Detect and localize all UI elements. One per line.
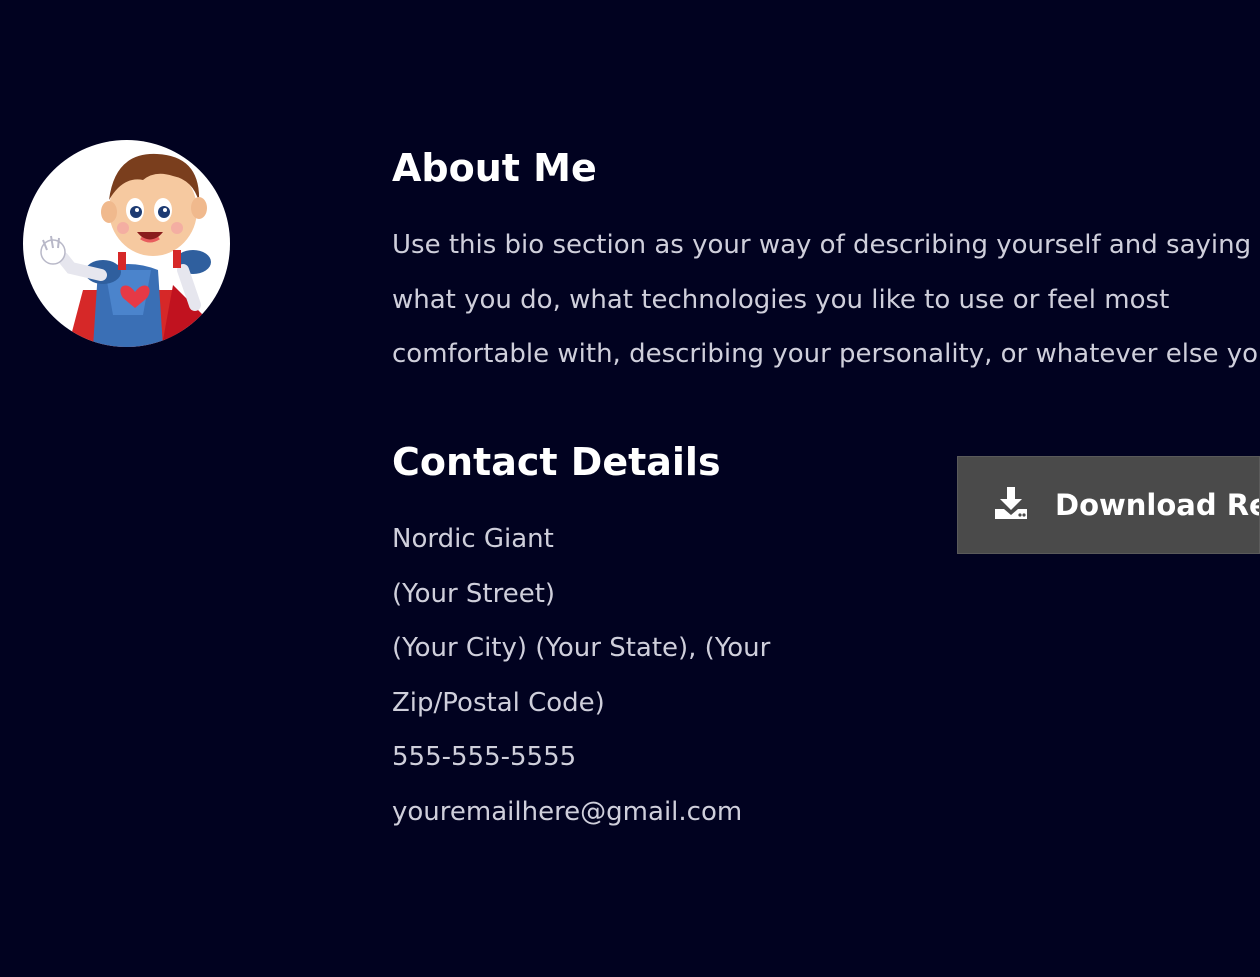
download-resume-label: Download Resume (1055, 488, 1259, 522)
bio-container: Use this bio section as your way of desc… (392, 218, 1260, 388)
download-icon (995, 487, 1027, 519)
contact-name: Nordic Giant (392, 524, 554, 554)
about-heading: About Me (392, 146, 597, 190)
contact-phone: 555-555-5555 (392, 742, 577, 772)
contact-heading: Contact Details (392, 440, 721, 484)
contact-email[interactable]: youremailhere@gmail.com (392, 785, 772, 840)
cartoon-superhero-avatar-icon (40, 153, 218, 347)
bio-text: Use this bio section as your way of desc… (392, 230, 1260, 369)
download-resume-button[interactable]: Download Resume (957, 456, 1260, 554)
contact-street: (Your Street) (392, 578, 556, 609)
profile-avatar (23, 140, 230, 347)
contact-city-state-zip: (Your City) (Your State), (Your Zip/Post… (392, 633, 771, 718)
contact-list: Nordic Giant (Your Street) (Your City) (… (392, 512, 772, 839)
